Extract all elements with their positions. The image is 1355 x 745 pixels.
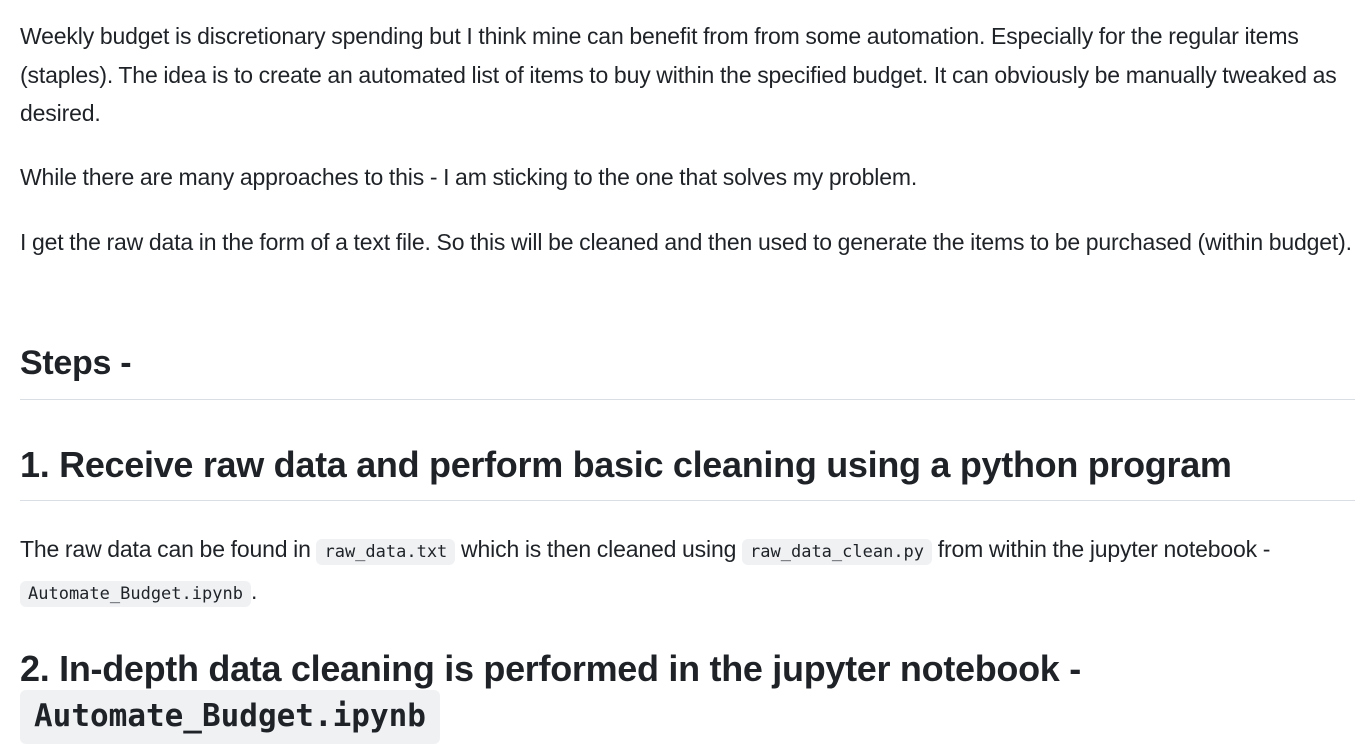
step1-text-end: . bbox=[250, 577, 258, 604]
raw-data-paragraph: I get the raw data in the form of a text… bbox=[20, 229, 1352, 255]
clean-script-code: raw_data_clean.py bbox=[742, 539, 933, 565]
step2-heading-code-line: Automate_Budget.ipynb bbox=[20, 690, 440, 744]
step1-text-part2: which is then cleaned using bbox=[455, 536, 743, 562]
approach-paragraph: While there are many approaches to this … bbox=[20, 164, 918, 190]
step1-heading: 1. Receive raw data and perform basic cl… bbox=[20, 444, 1232, 485]
step2-heading: 2. In-depth data cleaning is performed i… bbox=[20, 648, 1081, 689]
raw-data-file-code: raw_data.txt bbox=[316, 539, 456, 565]
steps-heading: Steps - bbox=[20, 344, 132, 382]
step1-description: The raw data can be found in raw_data.tx… bbox=[20, 530, 1355, 613]
intro-paragraph: Weekly budget is discretionary spending … bbox=[20, 23, 1337, 126]
step1-heading-divider bbox=[20, 500, 1355, 501]
step2-notebook-code: Automate_Budget.ipynb bbox=[20, 690, 440, 744]
notebook-file-code: Automate_Budget.ipynb bbox=[20, 580, 251, 607]
step1-text-part3: from within the jupyter notebook - bbox=[932, 536, 1271, 562]
steps-heading-divider bbox=[20, 399, 1355, 400]
step1-text-part1: The raw data can be found in bbox=[20, 536, 317, 562]
